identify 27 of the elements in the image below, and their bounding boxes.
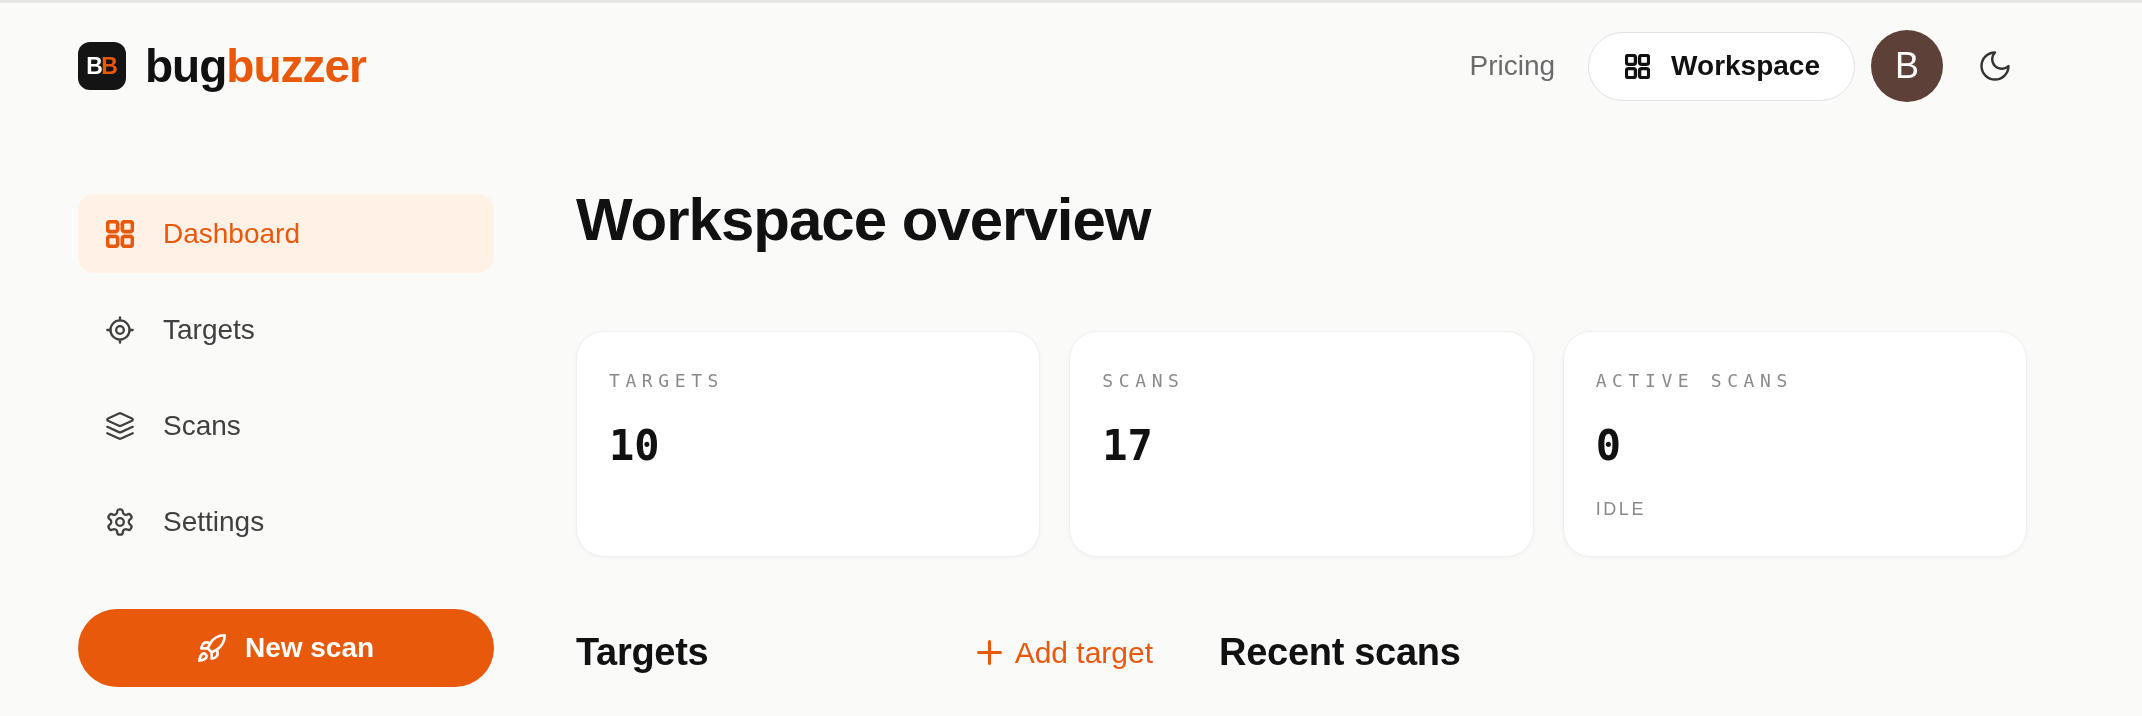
grid-icon	[1625, 53, 1651, 79]
stat-label: SCANS	[1102, 369, 1186, 392]
stat-value: 10	[609, 420, 661, 472]
user-avatar[interactable]: B	[1871, 30, 1943, 102]
stat-status: IDLE	[1595, 498, 1648, 520]
section-title: Recent scans	[1219, 630, 1461, 675]
sidebar-item[interactable]: Settings	[78, 482, 494, 561]
stat-label: TARGETS	[609, 369, 726, 392]
brand-name[interactable]: bugbuzzer	[145, 40, 366, 92]
sidebar-item[interactable]: Scans	[78, 386, 494, 465]
stat-label: ACTIVE SCANS	[1595, 369, 1794, 392]
sidebar-item[interactable]: Targets	[78, 290, 494, 369]
section-title: Targets	[576, 630, 709, 675]
pricing-link[interactable]: Pricing	[1469, 45, 1556, 87]
layers-icon	[106, 411, 134, 440]
settings-icon	[106, 507, 134, 536]
stat-value: 0	[1595, 420, 1622, 472]
workspace-button[interactable]: Workspace	[1588, 31, 1855, 101]
plus-icon	[976, 639, 1002, 665]
moon-icon[interactable]	[1980, 51, 2010, 81]
page-title: Workspace overview	[576, 185, 1153, 255]
logo-mark[interactable]: BB	[78, 42, 126, 90]
rocket-icon	[197, 634, 226, 662]
grid-icon	[106, 219, 134, 248]
crosshair-icon	[106, 315, 134, 344]
new-scan-button[interactable]: New scan	[78, 609, 494, 687]
stat-value: 17	[1102, 420, 1154, 472]
